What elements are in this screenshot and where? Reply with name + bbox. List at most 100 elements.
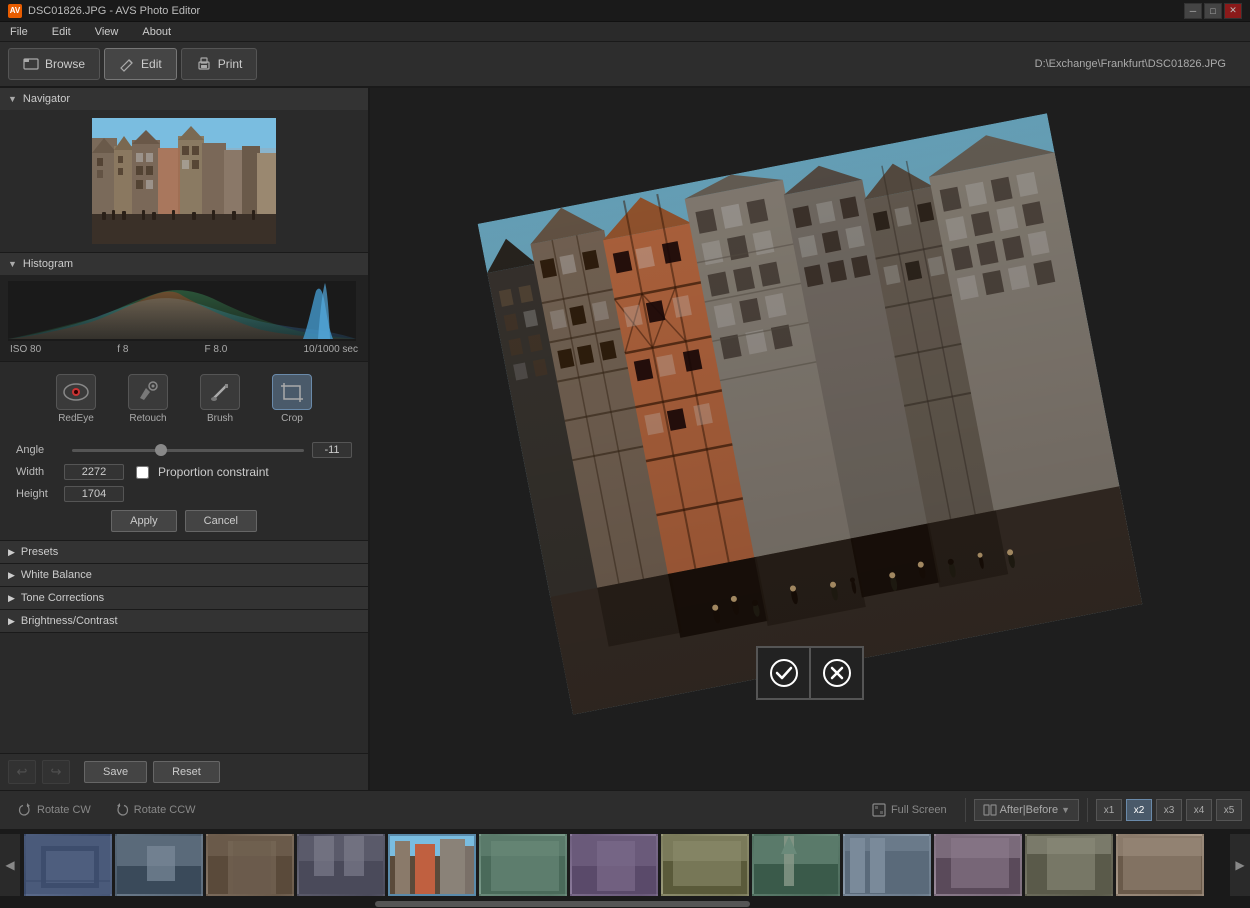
zoom-x3-button[interactable]: x3	[1156, 799, 1182, 821]
main-photo-svg	[478, 113, 1143, 714]
menu-about[interactable]: About	[136, 24, 177, 40]
white-balance-label: White Balance	[21, 569, 92, 581]
dropdown-arrow-icon: ▼	[1061, 805, 1070, 815]
film-thumb-12[interactable]	[1025, 834, 1113, 896]
menu-file[interactable]: File	[4, 24, 34, 40]
width-input[interactable]	[64, 464, 124, 480]
shutter-label: 10/1000 sec	[303, 344, 358, 355]
undo-button[interactable]: ↩	[8, 760, 36, 784]
apply-cancel-row: Apply Cancel	[16, 510, 352, 532]
height-input[interactable]	[64, 486, 124, 502]
histogram-section: ▼ Histogram	[0, 253, 368, 362]
brush-icon	[200, 374, 240, 410]
white-balance-arrow: ▶	[8, 570, 15, 581]
minimize-button[interactable]: ─	[1184, 3, 1202, 19]
fullscreen-label: Full Screen	[891, 804, 947, 816]
white-balance-header[interactable]: ▶ White Balance	[0, 564, 368, 586]
filmstrip-scroll	[20, 834, 1230, 896]
filmstrip: ◀	[0, 830, 1250, 900]
rotated-photo	[478, 113, 1143, 714]
print-button[interactable]: Print	[181, 48, 258, 80]
accordion: ▶ Presets ▶ White Balance ▶ Tone Correct…	[0, 541, 368, 753]
canvas-area[interactable]	[370, 88, 1250, 790]
tone-corrections-section: ▶ Tone Corrections	[0, 587, 368, 610]
width-row: Width Proportion constraint	[16, 464, 352, 480]
confirm-cancel-buttons	[756, 646, 864, 700]
angle-row: Angle	[16, 442, 352, 458]
tone-corrections-header[interactable]: ▶ Tone Corrections	[0, 587, 368, 609]
filmstrip-prev-button[interactable]: ◀	[0, 834, 20, 896]
aperture1-label: f 8	[117, 344, 128, 355]
retouch-icon	[128, 374, 168, 410]
checkmark-icon	[770, 659, 798, 687]
film-thumb-7[interactable]	[570, 834, 658, 896]
brush-label: Brush	[207, 413, 233, 424]
retouch-tool[interactable]: Retouch	[120, 370, 176, 428]
crop-controls: Angle Width Proportion constraint Height	[0, 436, 368, 540]
proportion-checkbox[interactable]	[136, 466, 149, 479]
menu-edit[interactable]: Edit	[46, 24, 77, 40]
close-button[interactable]: ✕	[1224, 3, 1242, 19]
film-thumb-2[interactable]	[115, 834, 203, 896]
redo-button[interactable]: ↪	[42, 760, 70, 784]
titlebar: AV DSC01826.JPG - AVS Photo Editor ─ □ ✕	[0, 0, 1250, 22]
width-label: Width	[16, 466, 64, 478]
film-thumb-5[interactable]	[388, 834, 476, 896]
nav-thumbnail-image	[92, 118, 276, 244]
brightness-contrast-header[interactable]: ▶ Brightness/Contrast	[0, 610, 368, 632]
angle-value-input[interactable]	[312, 442, 352, 458]
apply-button[interactable]: Apply	[111, 510, 177, 532]
histogram-header[interactable]: ▼ Histogram	[0, 253, 368, 275]
rotate-ccw-icon	[115, 803, 129, 817]
edit-button[interactable]: Edit	[104, 48, 177, 80]
histogram-title: Histogram	[23, 258, 73, 270]
film-thumb-11[interactable]	[934, 834, 1022, 896]
separator2	[1087, 798, 1088, 822]
filmstrip-next-button[interactable]: ▶	[1230, 834, 1250, 896]
rotate-ccw-button[interactable]: Rotate CCW	[105, 799, 206, 821]
menu-view[interactable]: View	[89, 24, 125, 40]
confirm-cancel-button[interactable]	[810, 646, 864, 700]
tone-corrections-arrow: ▶	[8, 593, 15, 604]
view-dropdown[interactable]: After|Before ▼	[974, 799, 1079, 821]
height-label: Height	[16, 488, 64, 500]
film-thumb-10[interactable]	[843, 834, 931, 896]
angle-slider[interactable]	[72, 449, 304, 452]
film-thumb-4[interactable]	[297, 834, 385, 896]
film-thumb-8[interactable]	[661, 834, 749, 896]
zoom-x2-button[interactable]: x2	[1126, 799, 1152, 821]
browse-button[interactable]: Browse	[8, 48, 100, 80]
film-thumb-13[interactable]	[1116, 834, 1204, 896]
histogram-info: ISO 80 f 8 F 8.0 10/1000 sec	[8, 344, 360, 355]
film-thumb-3[interactable]	[206, 834, 294, 896]
confirm-check-button[interactable]	[756, 646, 810, 700]
presets-section: ▶ Presets	[0, 541, 368, 564]
filmstrip-scrollbar[interactable]	[0, 900, 1250, 908]
white-balance-section: ▶ White Balance	[0, 564, 368, 587]
tools-section: RedEye Retouch	[0, 362, 368, 541]
cancel-button[interactable]: Cancel	[185, 510, 257, 532]
save-button[interactable]: Save	[84, 761, 147, 783]
presets-label: Presets	[21, 546, 58, 558]
zoom-x5-button[interactable]: x5	[1216, 799, 1242, 821]
reset-button[interactable]: Reset	[153, 761, 220, 783]
crop-tool[interactable]: Crop	[264, 370, 320, 428]
xmark-icon	[823, 659, 851, 687]
navigator-thumbnail	[92, 118, 276, 244]
navigator-header[interactable]: ▼ Navigator	[0, 88, 368, 110]
film-thumb-9[interactable]	[752, 834, 840, 896]
film-thumb-1[interactable]	[24, 834, 112, 896]
window-controls[interactable]: ─ □ ✕	[1184, 3, 1242, 19]
rotate-cw-button[interactable]: Rotate CW	[8, 799, 101, 821]
redeye-tool[interactable]: RedEye	[48, 370, 104, 428]
zoom-x1-button[interactable]: x1	[1096, 799, 1122, 821]
maximize-button[interactable]: □	[1204, 3, 1222, 19]
film-thumb-6[interactable]	[479, 834, 567, 896]
presets-header[interactable]: ▶ Presets	[0, 541, 368, 563]
view-split-icon	[983, 803, 997, 817]
zoom-x4-button[interactable]: x4	[1186, 799, 1212, 821]
brightness-contrast-arrow: ▶	[8, 616, 15, 627]
filmstrip-scrollbar-thumb[interactable]	[375, 901, 750, 907]
fullscreen-button[interactable]: Full Screen	[862, 799, 957, 821]
brush-tool[interactable]: Brush	[192, 370, 248, 428]
